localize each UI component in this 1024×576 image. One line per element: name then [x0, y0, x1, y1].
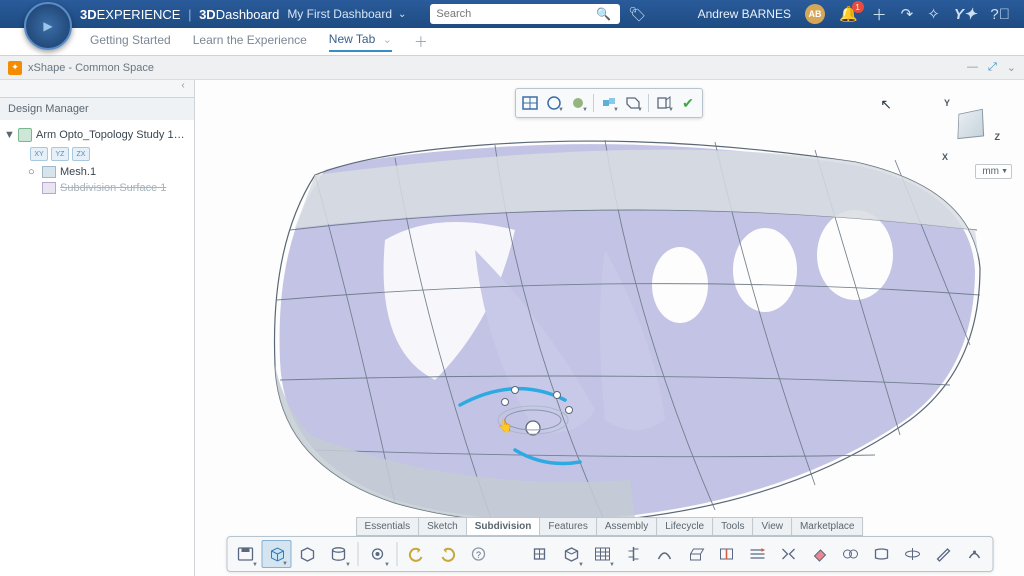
cmd-crease[interactable] — [711, 540, 741, 568]
tree-root[interactable]: ▼ Arm Opto_Topology Study 1_deform... — [4, 126, 190, 144]
plane-xy[interactable]: XY — [30, 147, 48, 161]
tree-surface[interactable]: Subdivision Surface 1 — [28, 180, 190, 196]
cmd-cylinder[interactable]: ▼ — [323, 540, 353, 568]
tree-planes: XY YZ ZX — [30, 144, 190, 164]
model-3d[interactable]: 👆 — [235, 120, 995, 540]
cmd-settings[interactable]: ▼ — [362, 540, 392, 568]
user-name[interactable]: Andrew BARNES — [698, 7, 791, 21]
toolbar-btn-1[interactable] — [519, 92, 541, 114]
notifications-icon[interactable]: 🔔1 — [839, 5, 858, 23]
svg-text:👆: 👆 — [497, 418, 513, 433]
tab-lifecycle[interactable]: Lifecycle — [657, 518, 713, 535]
cmd-revolve[interactable] — [897, 540, 927, 568]
plane-zx[interactable]: ZX — [72, 147, 90, 161]
toolbar-btn-2[interactable]: ▼ — [543, 92, 565, 114]
cmd-sculpt[interactable] — [959, 540, 989, 568]
cmd-redo[interactable] — [432, 540, 462, 568]
tab-sketch[interactable]: Sketch — [419, 518, 467, 535]
toolbar-btn-4[interactable]: ▼ — [598, 92, 620, 114]
tab-assembly[interactable]: Assembly — [597, 518, 657, 535]
cmd-save[interactable]: ▼ — [230, 540, 260, 568]
feature-tree: ▼ Arm Opto_Topology Study 1_deform... XY… — [0, 120, 194, 202]
cursor-icon: ↖ — [880, 96, 892, 113]
tab-subdivision[interactable]: Subdivision — [467, 518, 541, 535]
orientation-widget[interactable]: Y Z X — [940, 98, 996, 154]
tab-essentials[interactable]: Essentials — [357, 518, 420, 535]
cmd-loft[interactable] — [866, 540, 896, 568]
cmd-knife[interactable] — [928, 540, 958, 568]
panel-title-bar: ✦ xShape - Common Space — ⤢ ⌄ — [0, 56, 1024, 80]
cmd-subdivide[interactable] — [742, 540, 772, 568]
tab-view[interactable]: View — [753, 518, 792, 535]
home-icon[interactable]: Y✦ — [954, 5, 977, 23]
cmd-subd-box[interactable]: ▼ — [556, 540, 586, 568]
tree-mesh[interactable]: ○ Mesh.1 — [28, 164, 190, 180]
help-icon[interactable]: ?⃝ — [990, 6, 1010, 23]
brand: 3DEXPERIENCE | 3DDashboard — [80, 7, 279, 22]
menu-icon[interactable]: ⌄ — [1007, 61, 1016, 74]
cmd-grid[interactable]: ▼ — [587, 540, 617, 568]
svg-text:?: ? — [475, 550, 480, 560]
cmd-erase[interactable] — [804, 540, 834, 568]
chevron-down-icon[interactable]: ⌄ — [383, 34, 392, 46]
cmd-primitive[interactable]: ▼ — [261, 540, 291, 568]
compass-icon[interactable] — [24, 2, 72, 50]
surface-icon — [42, 182, 56, 194]
search-input[interactable] — [436, 8, 596, 20]
tab-getting-started[interactable]: Getting Started — [90, 33, 171, 51]
search-icon[interactable]: 🔍 — [596, 7, 611, 21]
cmd-extrude[interactable] — [680, 540, 710, 568]
collapse-sidebar-icon[interactable]: ‹ — [176, 80, 190, 97]
floating-toolbar: ▼ ▼ ▼ ▼ ▼ ✔ — [515, 88, 703, 118]
tab-new[interactable]: New Tab ⌄ — [329, 32, 392, 52]
cmd-merge[interactable] — [835, 540, 865, 568]
add-icon[interactable]: ＋ — [872, 4, 887, 25]
viewport-3d[interactable]: 👆 ▼ ▼ ▼ ▼ ▼ ✔ Y Z X mm ↖ Essentials Sket… — [195, 80, 1024, 576]
mesh-icon — [42, 166, 56, 178]
sidebar: ‹ Design Manager ▼ Arm Opto_Topology Stu… — [0, 80, 195, 576]
tab-row: Getting Started Learn the Experience New… — [0, 28, 1024, 56]
cmd-align[interactable] — [618, 540, 648, 568]
command-bar: ▼ ▼ ▼ ▼ ? ▼ ▼ — [226, 536, 993, 572]
dashboard-name[interactable]: My First Dashboard — [287, 7, 392, 21]
collapse-icon[interactable]: ⤢ — [988, 61, 997, 74]
action-bar-tabs: Essentials Sketch Subdivision Features A… — [356, 517, 864, 536]
cmd-symmetry[interactable] — [773, 540, 803, 568]
design-manager-title: Design Manager — [0, 98, 194, 120]
toolbar-btn-3[interactable]: ▼ — [567, 92, 589, 114]
tab-marketplace[interactable]: Marketplace — [792, 518, 862, 535]
minimize-icon[interactable]: — — [967, 61, 978, 74]
part-icon — [18, 128, 32, 142]
collab-icon[interactable]: ✧ — [927, 5, 940, 23]
tab-learn[interactable]: Learn the Experience — [193, 33, 307, 51]
cmd-bend[interactable] — [649, 540, 679, 568]
share-icon[interactable]: ↷ — [901, 5, 914, 23]
toolbar-btn-6[interactable]: ▼ — [653, 92, 675, 114]
plane-yz[interactable]: YZ — [51, 147, 69, 161]
xshape-icon: ✦ — [8, 61, 22, 75]
search-box[interactable]: 🔍 — [430, 4, 620, 24]
chevron-down-icon[interactable]: ⌄ — [398, 9, 406, 20]
toolbar-confirm-icon[interactable]: ✔ — [677, 92, 699, 114]
tag-icon[interactable]: 🏷 — [628, 6, 646, 23]
tab-tools[interactable]: Tools — [713, 518, 753, 535]
panel-title: xShape - Common Space — [28, 62, 154, 74]
toolbar-btn-5[interactable]: ▼ — [622, 92, 644, 114]
units-selector[interactable]: mm — [975, 164, 1012, 179]
cmd-undo[interactable] — [401, 540, 431, 568]
cmd-box[interactable] — [525, 540, 555, 568]
cmd-help[interactable]: ? — [463, 540, 493, 568]
add-tab-icon[interactable]: ＋ — [414, 32, 428, 52]
avatar[interactable]: AB — [805, 4, 825, 24]
tab-features[interactable]: Features — [540, 518, 596, 535]
cmd-cube[interactable] — [292, 540, 322, 568]
